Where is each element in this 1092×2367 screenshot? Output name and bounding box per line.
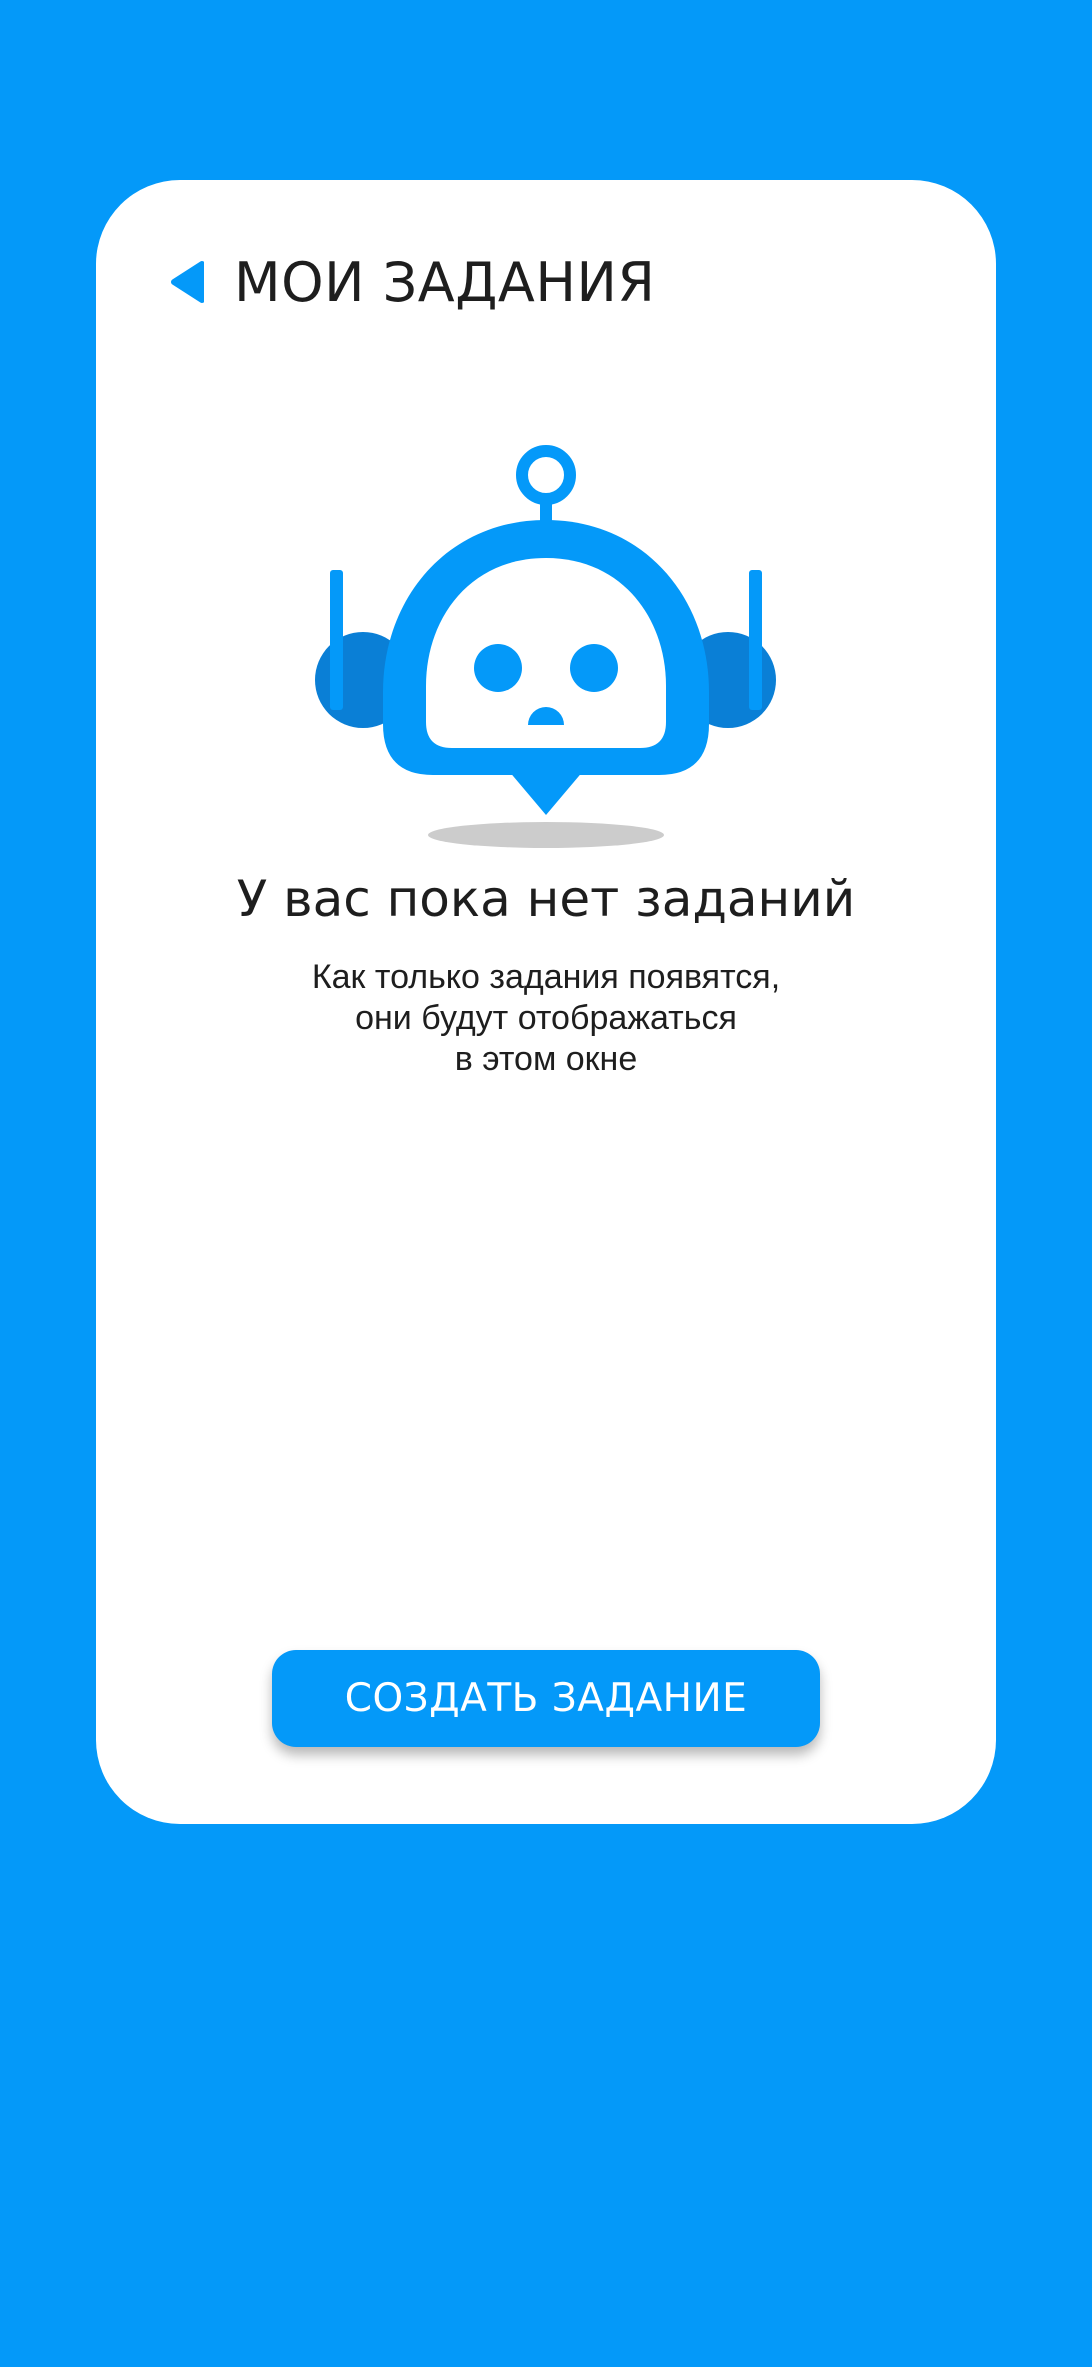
empty-state-subtitle-line: Как только задания появятся, <box>311 958 781 996</box>
empty-state-subtitle-line: они будут отображаться <box>355 999 737 1037</box>
page-title: МОИ ЗАДАНИЯ <box>234 250 656 314</box>
empty-state-title: У вас пока нет заданий <box>236 870 856 928</box>
empty-state-subtitle: Как только задания появятся, они будут о… <box>96 957 996 1080</box>
robot-chat-icon <box>315 445 776 848</box>
header-back[interactable]: МОИ ЗАДАНИЯ <box>168 242 655 322</box>
tasks-card: МОИ ЗАДАНИЯ У вас пока нет заданий Как т… <box>96 180 996 1824</box>
create-task-button[interactable]: СОЗДАТЬ ЗАДАНИЕ <box>272 1650 820 1747</box>
empty-state-subtitle-line: в этом окне <box>454 1040 638 1078</box>
back-triangle-icon[interactable] <box>168 260 204 304</box>
